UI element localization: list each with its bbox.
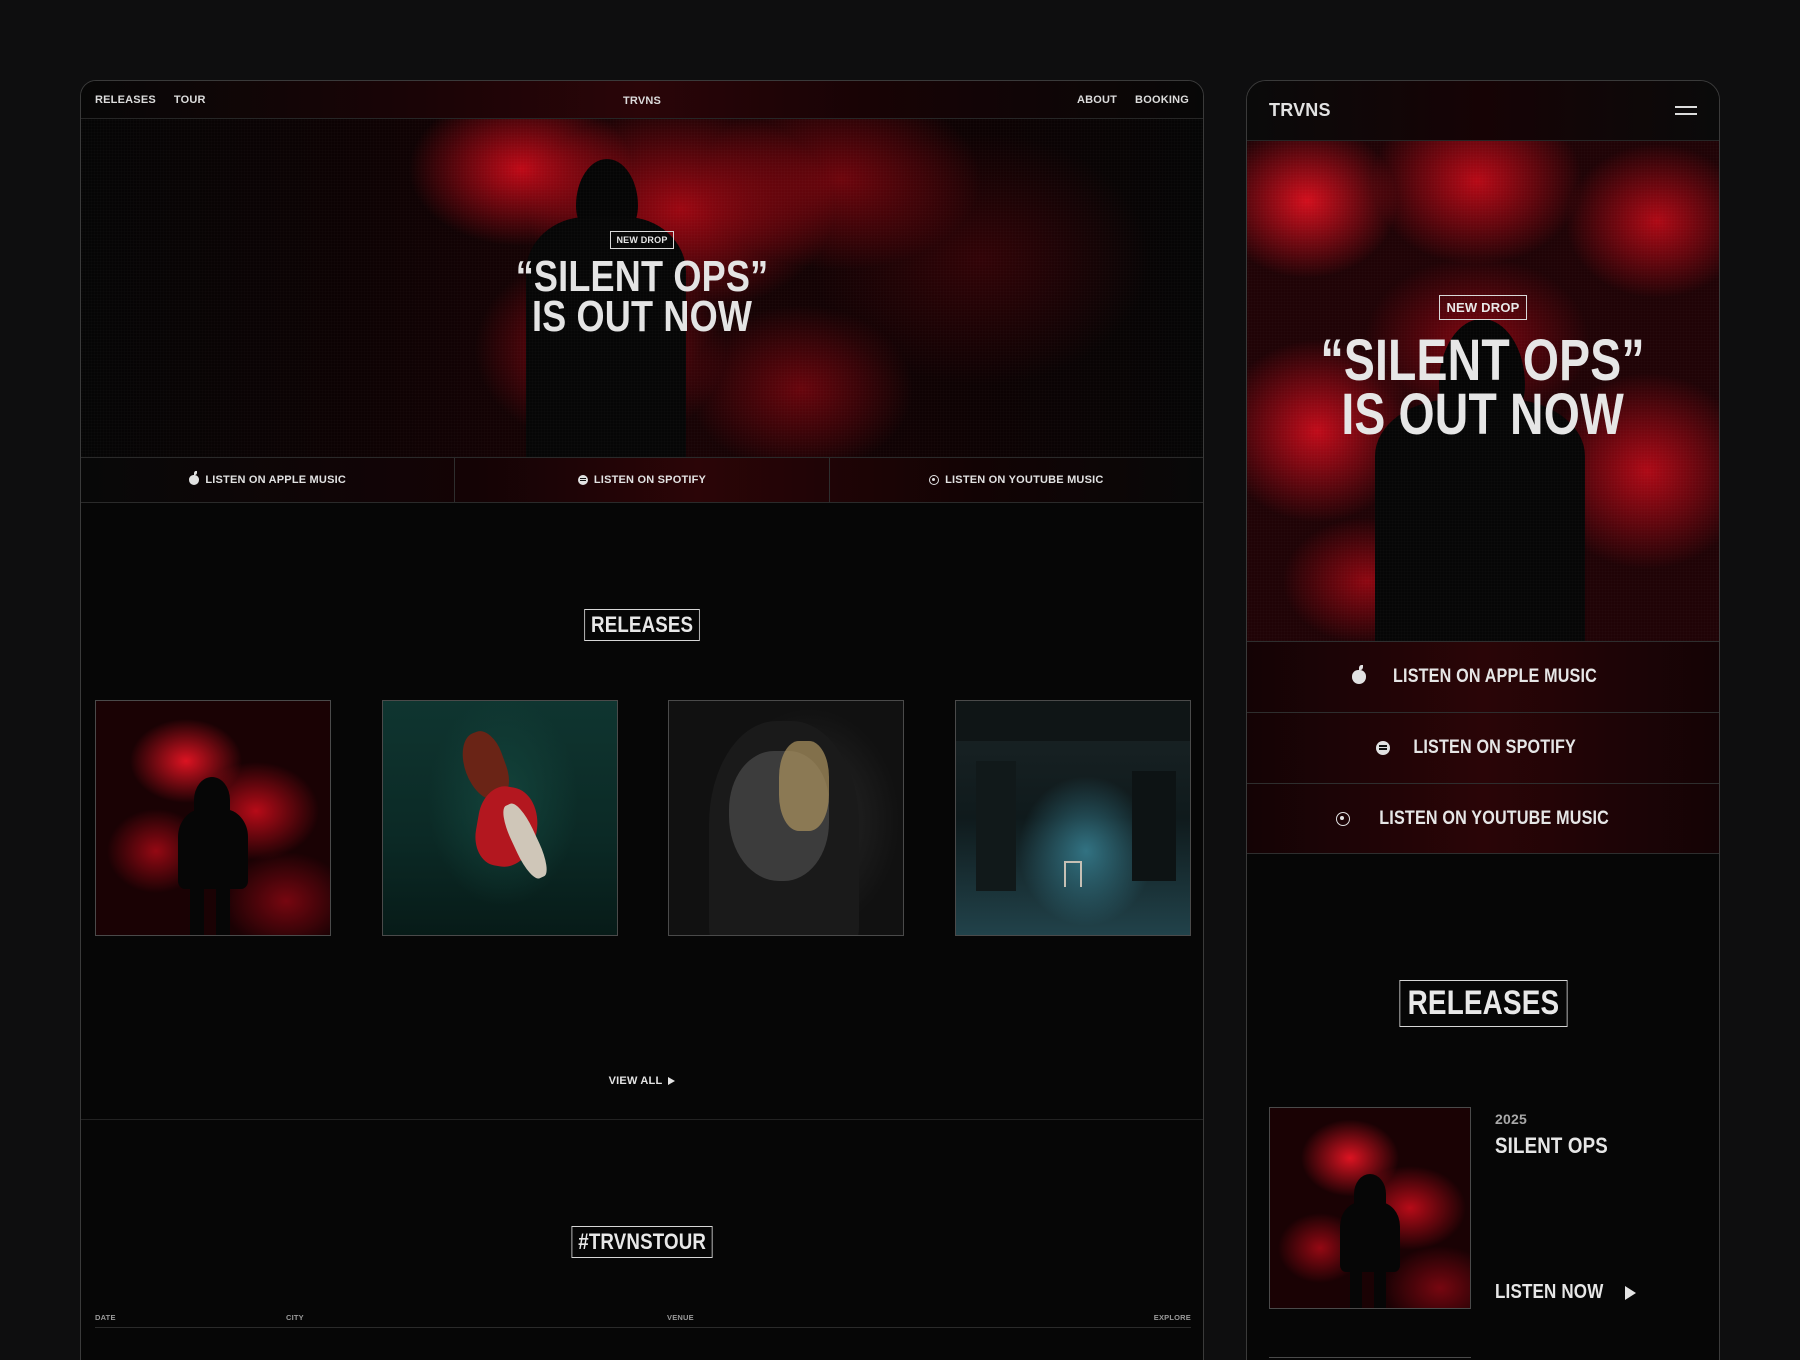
- mobile-hero-title: “SILENT OPS” IS OUT NOW: [1320, 328, 1646, 447]
- mobile-new-drop-badge: NEW DROP: [1439, 295, 1527, 320]
- view-all-link[interactable]: VIEW ALL: [81, 1075, 1203, 1087]
- apple-icon: [1351, 665, 1366, 684]
- apple-icon: [189, 471, 200, 485]
- hero-title-line-1: “SILENT OPS”: [515, 252, 769, 301]
- column-date: DATE: [95, 1313, 116, 1322]
- youtube-music-icon: [1336, 811, 1351, 826]
- nav-link-releases[interactable]: RELEASES: [95, 94, 156, 106]
- spotify-icon: [1375, 741, 1390, 755]
- release-cover-4[interactable]: [954, 700, 1191, 936]
- hero-title: “SILENT OPS” IS OUT NOW: [515, 252, 769, 341]
- menu-icon[interactable]: [1675, 106, 1697, 115]
- view-all-label: VIEW ALL: [608, 1075, 663, 1087]
- mobile-listen-spotify-button[interactable]: LISTEN ON SPOTIFY: [1247, 712, 1719, 783]
- release-cover-1[interactable]: [95, 700, 331, 936]
- streaming-links-bar: LISTEN ON APPLE MUSIC LISTEN ON SPOTIFY …: [81, 457, 1203, 503]
- play-arrow-icon: [668, 1077, 676, 1086]
- play-arrow-icon: [1624, 1285, 1636, 1300]
- mobile-listen-youtube-music-button[interactable]: LISTEN ON YOUTUBE MUSIC: [1247, 783, 1719, 854]
- table-divider: [95, 1327, 1191, 1328]
- tour-heading: #TRVNSTOUR: [571, 1226, 713, 1258]
- release-cover-2[interactable]: [381, 700, 618, 936]
- tour-table-header: DATE CITY VENUE EXPLORE: [95, 1313, 1191, 1327]
- mobile-releases-heading: RELEASES: [1399, 980, 1567, 1027]
- youtube-music-icon: [929, 475, 940, 485]
- new-drop-badge: NEW DROP: [610, 231, 674, 249]
- nav-link-about[interactable]: ABOUT: [1077, 94, 1117, 106]
- hero-title-line-2: IS OUT NOW: [531, 292, 753, 341]
- mobile-listen-spotify-label: LISTEN ON SPOTIFY: [1413, 737, 1576, 758]
- listen-spotify-label: LISTEN ON SPOTIFY: [593, 474, 707, 486]
- spotify-icon: [577, 475, 588, 485]
- listen-now-link[interactable]: LISTEN NOW: [1495, 1281, 1636, 1304]
- mobile-hero-title-line-2: IS OUT NOW: [1341, 382, 1625, 447]
- mobile-preview: TRVNS NEW DROP “SILENT OPS” IS OUT NOW L…: [1246, 80, 1720, 1360]
- listen-youtube-music-button[interactable]: LISTEN ON YOUTUBE MUSIC: [830, 458, 1203, 502]
- release-card: 2025 SILENT OPS LISTEN NOW: [1269, 1107, 1699, 1309]
- hero-section: NEW DROP “SILENT OPS” IS OUT NOW: [81, 119, 1203, 457]
- releases-grid: [95, 700, 1191, 936]
- mobile-hero-section: NEW DROP “SILENT OPS” IS OUT NOW: [1247, 141, 1719, 641]
- nav-link-booking[interactable]: BOOKING: [1135, 94, 1189, 106]
- mobile-streaming-links: LISTEN ON APPLE MUSIC LISTEN ON SPOTIFY …: [1247, 641, 1719, 854]
- column-venue: VENUE: [667, 1313, 694, 1322]
- section-divider: [81, 1119, 1203, 1120]
- mobile-site-logo[interactable]: TRVNS: [1269, 100, 1331, 121]
- column-explore: EXPLORE: [1153, 1313, 1191, 1322]
- mobile-listen-apple-music-label: LISTEN ON APPLE MUSIC: [1392, 666, 1597, 687]
- release-title: SILENT OPS: [1495, 1133, 1608, 1158]
- mobile-navbar: TRVNS: [1247, 81, 1719, 141]
- desktop-preview: RELEASES TOUR TRVNS ABOUT BOOKING NEW DR…: [80, 80, 1204, 1360]
- releases-heading: RELEASES: [584, 609, 700, 641]
- mobile-listen-apple-music-button[interactable]: LISTEN ON APPLE MUSIC: [1247, 641, 1719, 712]
- mobile-hero-title-line-1: “SILENT OPS”: [1320, 328, 1646, 393]
- site-logo[interactable]: TRVNS: [623, 95, 661, 107]
- release-cover-3[interactable]: [668, 700, 905, 936]
- listen-now-label: LISTEN NOW: [1495, 1281, 1604, 1303]
- listen-apple-music-button[interactable]: LISTEN ON APPLE MUSIC: [81, 458, 456, 502]
- listen-youtube-music-label: LISTEN ON YOUTUBE MUSIC: [945, 474, 1104, 486]
- release-cover-image[interactable]: [1269, 1107, 1471, 1309]
- release-year: 2025: [1495, 1111, 1527, 1127]
- mobile-listen-youtube-music-label: LISTEN ON YOUTUBE MUSIC: [1379, 807, 1610, 829]
- column-city: CITY: [286, 1313, 304, 1322]
- listen-apple-music-label: LISTEN ON APPLE MUSIC: [205, 474, 347, 486]
- listen-spotify-button[interactable]: LISTEN ON SPOTIFY: [455, 458, 830, 502]
- nav-link-tour[interactable]: TOUR: [174, 94, 206, 106]
- desktop-navbar: RELEASES TOUR TRVNS ABOUT BOOKING: [81, 81, 1203, 119]
